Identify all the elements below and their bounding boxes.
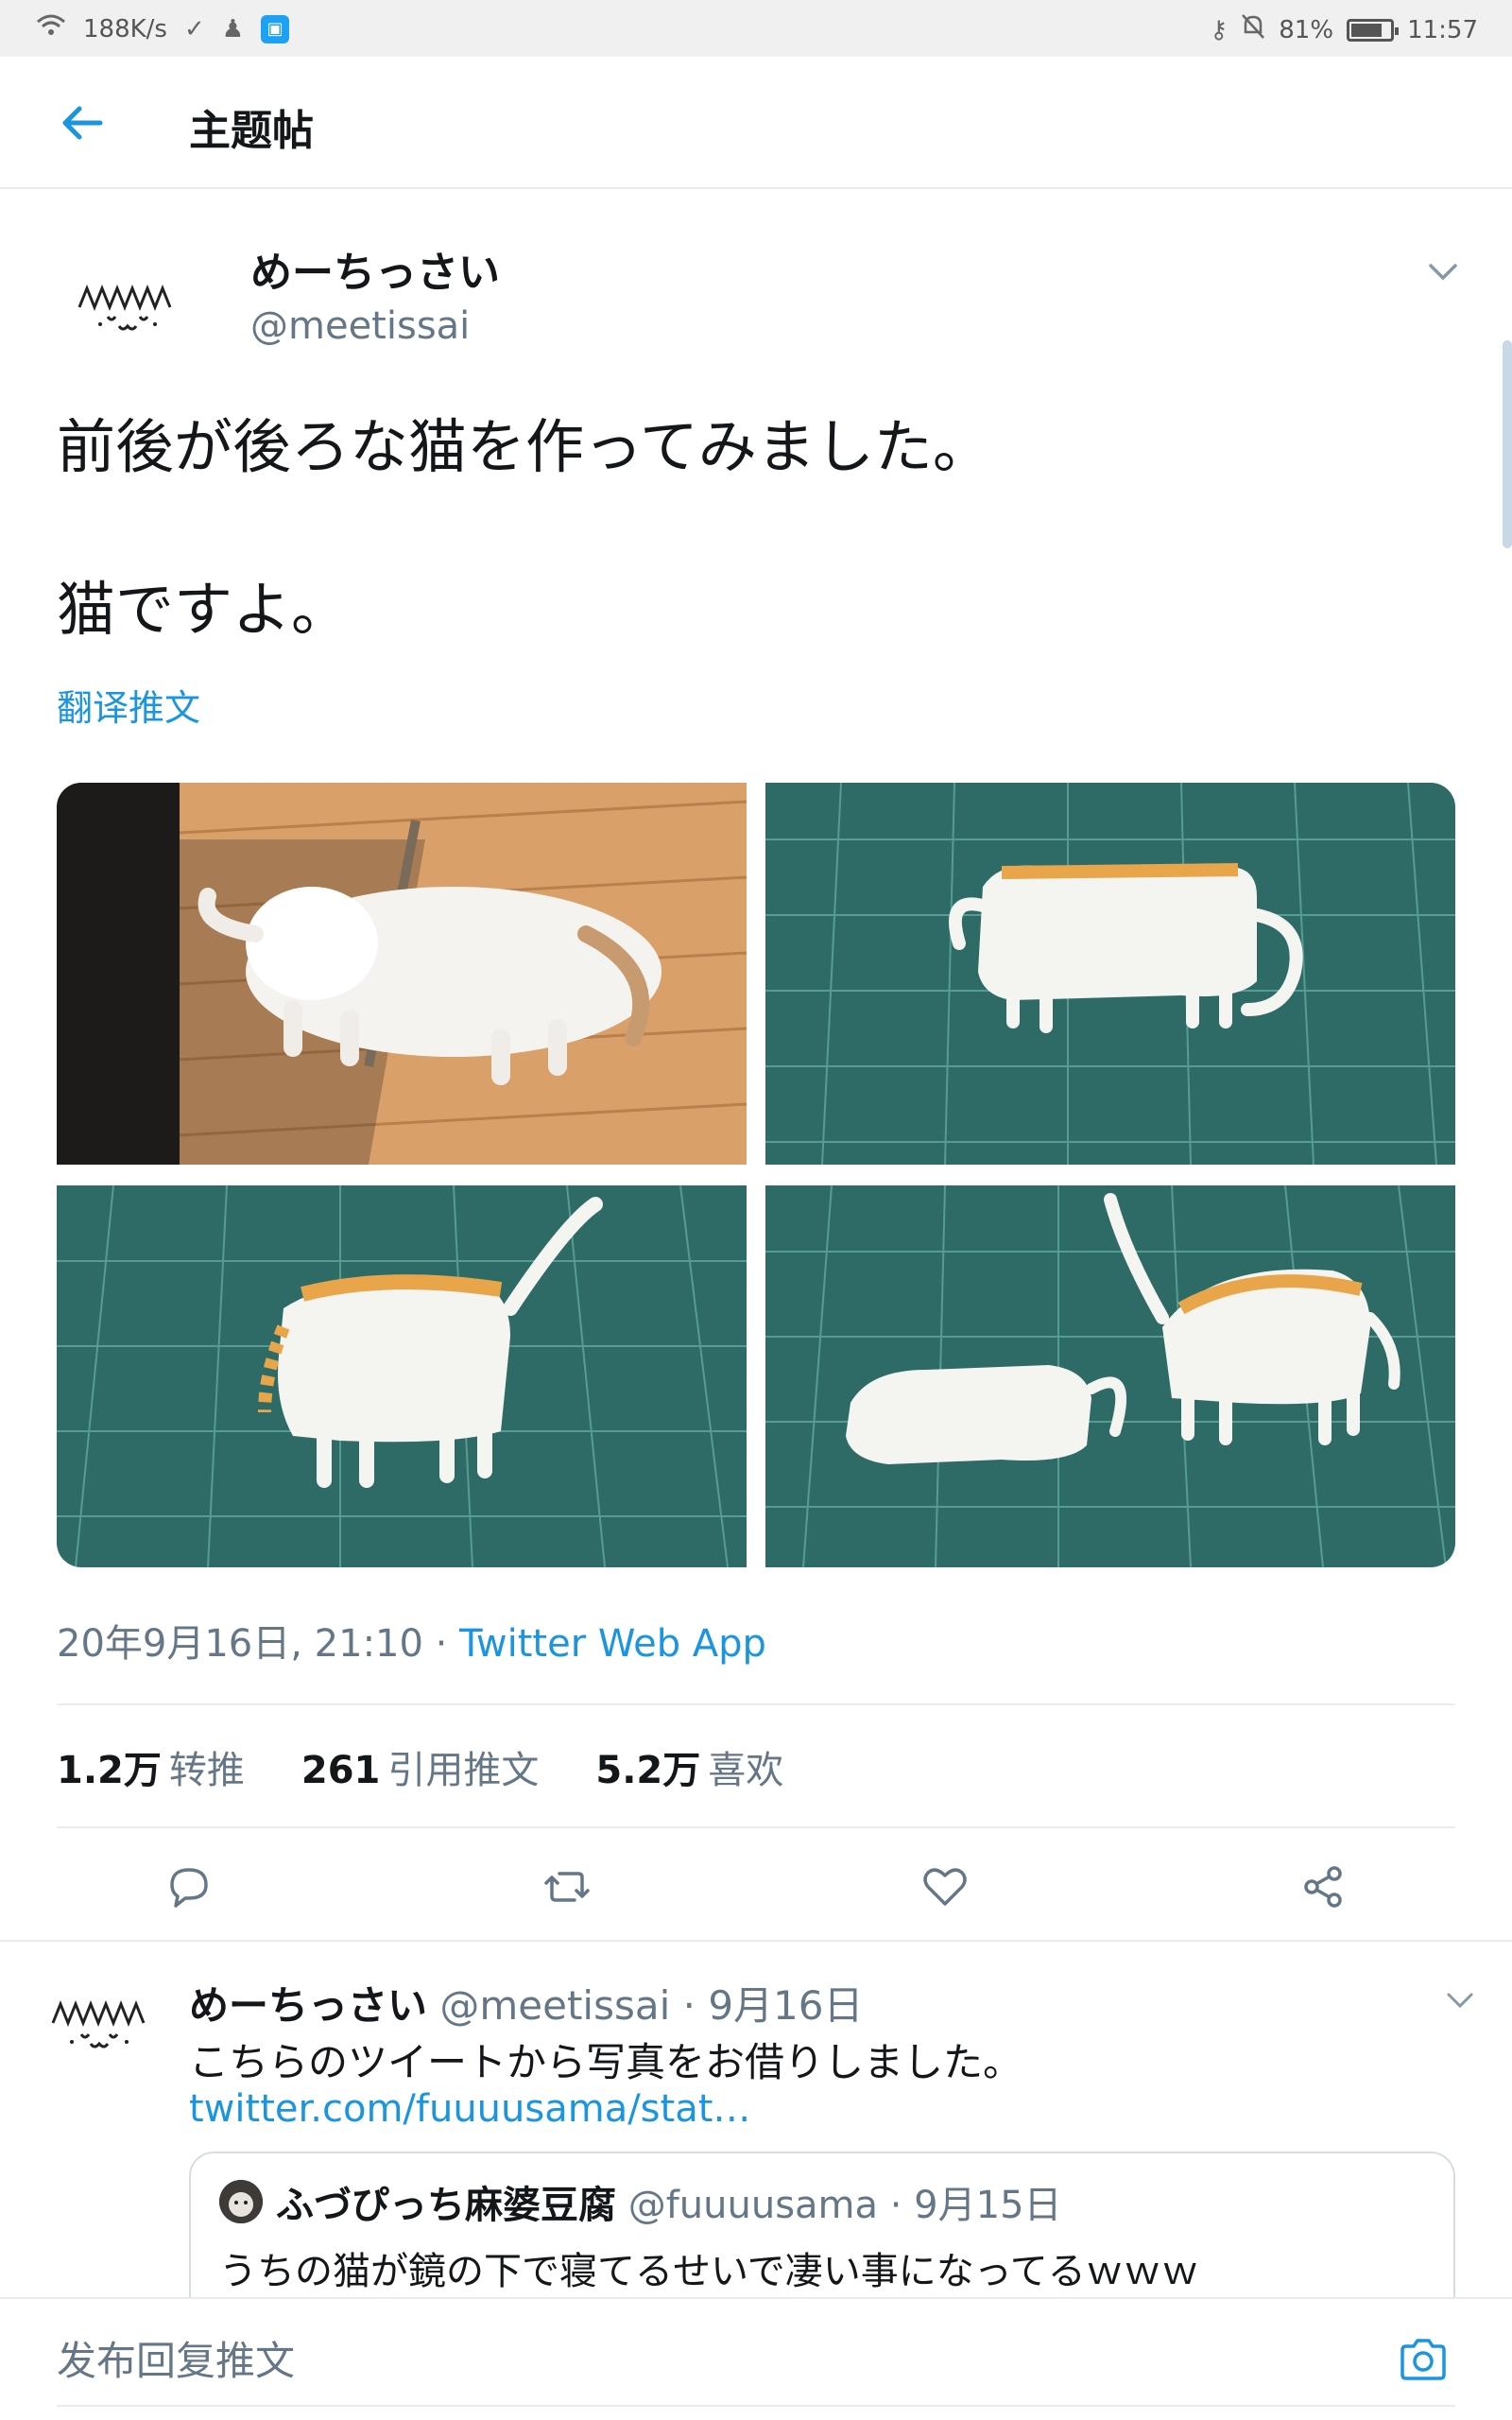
network-speed: 188K/s (83, 14, 167, 43)
quoted-handle-date: @fuuuusama · 9月15日 (616, 2184, 1062, 2227)
scrollbar[interactable] (1503, 340, 1512, 548)
chevron-down-icon[interactable] (1427, 260, 1459, 283)
reply-text: こちらのツイートから写真をお借りしました。 (189, 2039, 1023, 2085)
reply-header: めーちっさい @meetissai · 9月16日 (189, 1974, 863, 2031)
reply-handle-date: @meetissai · 9月16日 (427, 1982, 864, 2029)
divider (57, 1703, 1455, 1705)
reply-compose-bar: 发布回复推文 (0, 2297, 1512, 2420)
page-title: 主题帖 (189, 107, 314, 155)
reply-input[interactable]: 发布回复推文 (57, 2329, 295, 2387)
reply-link[interactable]: twitter.com/fuuuusama/stat… (189, 2087, 750, 2131)
reply-avatar[interactable] (47, 1995, 161, 2070)
tweet-text: 前後が後ろな猫を作ってみました。 猫ですよ。 (57, 412, 991, 644)
battery-icon (1347, 18, 1400, 42)
quoted-author-name: ふづぴっち麻婆豆腐 (276, 2184, 616, 2227)
tweet-source-link[interactable]: Twitter Web App (459, 1622, 766, 1666)
compose-underline (57, 2405, 1455, 2407)
retweet-icon[interactable] (541, 1860, 593, 1913)
tweet-photo-2[interactable] (765, 783, 1455, 1165)
reply-author-name[interactable]: めーちっさい (189, 1982, 427, 2029)
back-arrow-icon[interactable] (53, 95, 110, 151)
timestamp-text: 20年9月16日, 21:10 · (57, 1622, 460, 1666)
tweet-stats: 1.2万 转推 261 引用推文 5.2万 喜欢 (57, 1739, 783, 1794)
tweet-timestamp: 20年9月16日, 21:10 · Twitter Web App (57, 1613, 766, 1668)
battery-percent: 81% (1279, 15, 1334, 44)
top-app-bar: 主题帖 (0, 57, 1512, 189)
tweet-photo-3[interactable] (57, 1185, 747, 1567)
quoted-header: ふづぴっち麻婆豆腐 @fuuuusama · 9月15日 (276, 2174, 1062, 2229)
like-count[interactable]: 5.2万 喜欢 (595, 1739, 783, 1794)
retweet-count[interactable]: 1.2万 转推 (57, 1739, 245, 1794)
app-notification-icon: ▣ (261, 14, 290, 43)
key-icon: ⚷ (1210, 15, 1228, 44)
avatar[interactable] (66, 241, 189, 364)
clock: 11:57 (1407, 15, 1478, 44)
author-handle[interactable]: @meetissai (250, 304, 470, 348)
reply-icon[interactable] (163, 1860, 215, 1913)
signal-check-icon: ✓ (183, 14, 205, 43)
quoted-text: うちの猫が鏡の下で寝てるせいで凄い事になってるｗｗｗ (219, 2250, 1199, 2293)
status-bar: 188K/s ✓ ♟ ▣ ⚷ 81% 11:57 (0, 0, 1512, 57)
tweet-photo-1[interactable] (57, 783, 747, 1165)
chevron-down-icon[interactable] (1446, 1991, 1474, 2010)
author-display-name[interactable]: めーちっさい (250, 238, 500, 299)
divider (57, 1826, 1455, 1828)
mute-bell-icon (1241, 13, 1265, 46)
wifi-icon (36, 13, 66, 44)
camera-icon[interactable] (1397, 2333, 1450, 2386)
share-icon[interactable] (1297, 1860, 1349, 1913)
quoted-avatar (219, 2180, 263, 2223)
divider (0, 1940, 1512, 1942)
like-heart-icon[interactable] (919, 1860, 971, 1913)
person-icon: ♟ (221, 14, 245, 43)
translate-tweet-link[interactable]: 翻译推文 (57, 679, 200, 731)
quote-count[interactable]: 261 引用推文 (301, 1739, 540, 1794)
tweet-photo-4[interactable] (765, 1185, 1455, 1567)
